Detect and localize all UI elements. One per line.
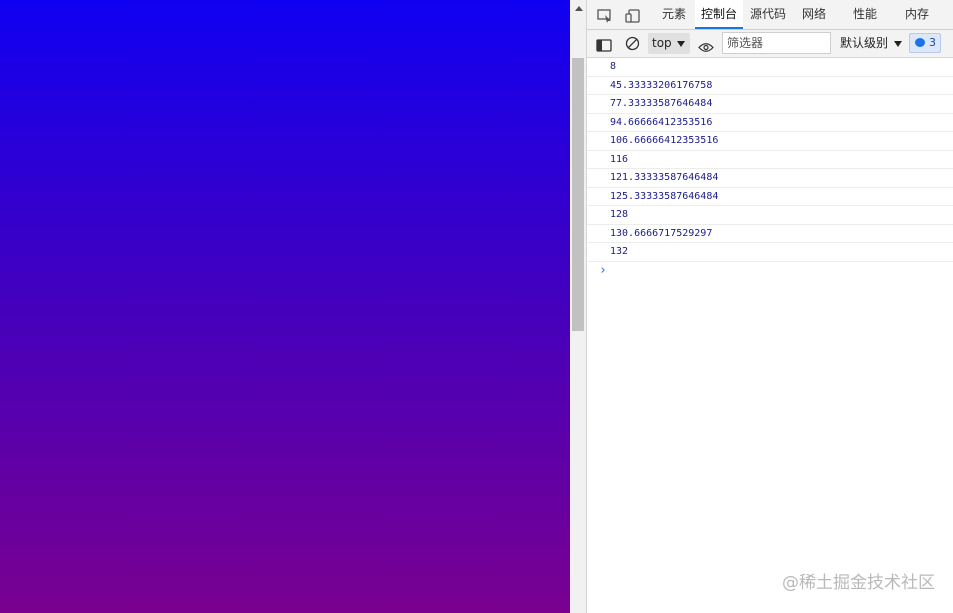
console-log-line: 130.6666717529297	[587, 225, 953, 243]
tab-performance[interactable]: 性能	[845, 0, 885, 29]
page-scrollbar[interactable]	[570, 0, 587, 613]
clear-console-icon[interactable]	[625, 36, 640, 55]
console-log-line: 106.66666412353516	[587, 132, 953, 151]
console-log-line: 132	[587, 243, 953, 262]
filter-input[interactable]: 筛选器	[722, 32, 831, 54]
issues-badge[interactable]: 3	[909, 33, 941, 53]
devtools-tab-bar: 元素 控制台 源代码 网络 性能 内存	[587, 0, 953, 30]
tab-memory[interactable]: 内存	[897, 0, 937, 29]
console-log-line: 45.33333206176758	[587, 77, 953, 95]
console-prompt[interactable]: ›	[587, 262, 953, 280]
console-toolbar: top 筛选器 默认级别 3	[587, 30, 953, 58]
scrollbar-thumb[interactable]	[572, 58, 584, 331]
log-level-select[interactable]: 默认级别	[840, 33, 902, 54]
page-viewport-gradient	[0, 0, 570, 613]
scroll-up-arrow-icon[interactable]	[570, 0, 587, 17]
console-log-line: 128	[587, 206, 953, 225]
chevron-down-icon	[894, 41, 902, 47]
tab-network[interactable]: 网络	[795, 0, 833, 29]
tab-console[interactable]: 控制台	[695, 0, 743, 29]
device-toolbar-icon[interactable]	[625, 8, 641, 23]
tab-sources[interactable]: 源代码	[747, 0, 789, 29]
live-expression-eye-icon[interactable]	[698, 38, 714, 57]
console-log-line: 8	[587, 58, 953, 77]
tab-elements[interactable]: 元素	[655, 0, 693, 29]
console-log-line: 125.33333587646484	[587, 188, 953, 206]
context-select-value: top	[652, 36, 672, 50]
console-log-line: 116	[587, 151, 953, 169]
inspect-element-icon[interactable]	[597, 8, 613, 23]
chevron-down-icon	[677, 41, 685, 47]
console-log-line: 121.33333587646484	[587, 169, 953, 188]
sidebar-toggle-icon[interactable]	[596, 37, 612, 56]
console-log-line: 77.33333587646484	[587, 95, 953, 114]
console-log-line: 94.66666412353516	[587, 114, 953, 132]
console-output: 8 45.33333206176758 77.33333587646484 94…	[587, 58, 953, 280]
watermark: @稀土掘金技术社区	[782, 573, 935, 593]
context-select[interactable]: top	[648, 33, 690, 54]
log-level-value: 默认级别	[840, 36, 889, 50]
issues-count: 3	[929, 36, 936, 49]
message-bubble-icon	[915, 38, 925, 47]
devtools-panel: 元素 控制台 源代码 网络 性能 内存 top 筛选器 默认级别 3 8 45.…	[587, 0, 953, 613]
